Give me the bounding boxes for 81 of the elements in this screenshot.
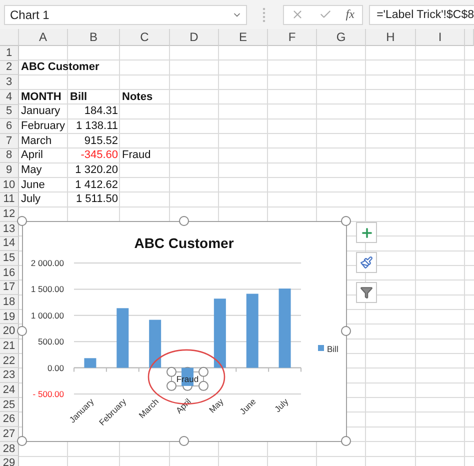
bar <box>84 358 96 368</box>
table-cell[interactable]: July <box>19 193 43 206</box>
row-header[interactable]: 7 <box>0 134 19 149</box>
insert-function-button[interactable]: fx <box>346 7 354 22</box>
column-header[interactable]: F <box>268 29 317 46</box>
table-cell[interactable]: MONTH <box>19 90 64 104</box>
table-cell[interactable]: 1 412.62 <box>73 178 120 192</box>
chart-elements-button[interactable] <box>356 222 377 243</box>
table-cell[interactable]: 1 511.50 <box>74 193 120 206</box>
column-header[interactable]: H <box>366 29 416 46</box>
bar <box>149 320 162 368</box>
name-box[interactable]: Chart 1 <box>4 4 248 24</box>
row-header[interactable]: 9 <box>0 163 19 178</box>
column-header[interactable]: I <box>416 29 465 46</box>
axis-tick-label: July <box>272 396 290 414</box>
axis-tick-label: 1 000.00 <box>30 310 64 320</box>
table-cell[interactable]: January <box>19 105 62 118</box>
column-header[interactable]: E <box>219 29 268 46</box>
column-header[interactable]: B <box>68 29 120 46</box>
row-header[interactable]: 22 <box>0 354 19 368</box>
chart-filters-button[interactable] <box>356 282 377 303</box>
table-cell[interactable]: 1 320.20 <box>73 164 120 178</box>
row-header[interactable]: 28 <box>0 442 19 456</box>
row-header[interactable]: 16 <box>0 266 19 280</box>
row-header[interactable]: 14 <box>0 236 19 252</box>
table-cell[interactable]: April <box>19 149 46 162</box>
column-header[interactable]: C <box>120 29 170 46</box>
table-cell[interactable]: June <box>19 178 47 192</box>
row-header[interactable]: 17 <box>0 280 19 296</box>
row-header[interactable]: 15 <box>0 251 19 266</box>
axis-tick-label: 1 500.00 <box>30 284 64 294</box>
table-cell[interactable]: 915.52 <box>82 134 120 148</box>
formula-field[interactable]: ='Label Trick'!$C$8 <box>368 4 474 24</box>
row-header[interactable]: 13 <box>0 222 19 237</box>
table-cell[interactable]: ABC Customer <box>19 61 102 74</box>
row-header[interactable]: 24 <box>0 383 19 398</box>
row-header[interactable]: 25 <box>0 398 19 412</box>
row-header[interactable]: 4 <box>0 90 19 105</box>
row-header[interactable]: 5 <box>0 104 19 120</box>
axis-tick-label: 500.00 <box>38 336 64 347</box>
row-header[interactable]: 21 <box>0 339 19 354</box>
row-header[interactable]: 23 <box>0 368 19 384</box>
table-cell[interactable]: 184.31 <box>82 105 120 118</box>
table-cell[interactable]: 1 138.11 <box>74 120 120 134</box>
row-header[interactable]: 11 <box>0 192 19 208</box>
bar <box>214 298 226 368</box>
column-header[interactable]: A <box>19 29 68 46</box>
row-header[interactable]: 18 <box>0 295 19 310</box>
row-header[interactable]: 20 <box>0 324 19 340</box>
table-cell[interactable]: Fraud <box>120 149 153 162</box>
row-header[interactable]: 1 <box>0 46 19 61</box>
row-header[interactable]: 3 <box>0 75 19 90</box>
table-cell[interactable]: May <box>19 164 44 178</box>
filter-icon <box>360 286 373 299</box>
cancel-icon[interactable] <box>291 8 304 21</box>
brush-icon <box>360 256 373 269</box>
row-header[interactable]: 6 <box>0 119 19 134</box>
column-header[interactable]: D <box>170 29 219 46</box>
row-header[interactable]: 8 <box>0 148 19 164</box>
plus-icon <box>360 226 374 240</box>
chart-title: ABC Customer <box>134 235 234 251</box>
table-cell[interactable]: Bill <box>68 90 90 104</box>
table-cell[interactable]: Notes <box>120 90 155 104</box>
chart-styles-button[interactable] <box>356 252 377 273</box>
row-header[interactable]: 29 <box>0 456 19 466</box>
row-header[interactable]: 19 <box>0 310 19 324</box>
axis-tick-label: 0.00 <box>47 362 64 373</box>
table-cell[interactable]: -345.60 <box>78 149 120 162</box>
axis-tick-label: - 500.00 <box>32 389 64 399</box>
row-header[interactable]: 27 <box>0 427 19 442</box>
row-header[interactable]: 12 <box>0 207 19 222</box>
table-cell[interactable]: February <box>19 120 68 134</box>
row-header[interactable]: 26 <box>0 412 19 428</box>
row-header[interactable]: 10 <box>0 178 19 193</box>
axis-tick-label: May <box>206 396 226 415</box>
bar <box>116 308 129 368</box>
table-cell[interactable]: March <box>19 134 54 148</box>
row-header[interactable]: 2 <box>0 60 19 76</box>
legend-label: Bill <box>327 344 338 354</box>
axis-tick-label: 2 000.00 <box>30 258 64 268</box>
column-header[interactable]: G <box>317 29 366 46</box>
